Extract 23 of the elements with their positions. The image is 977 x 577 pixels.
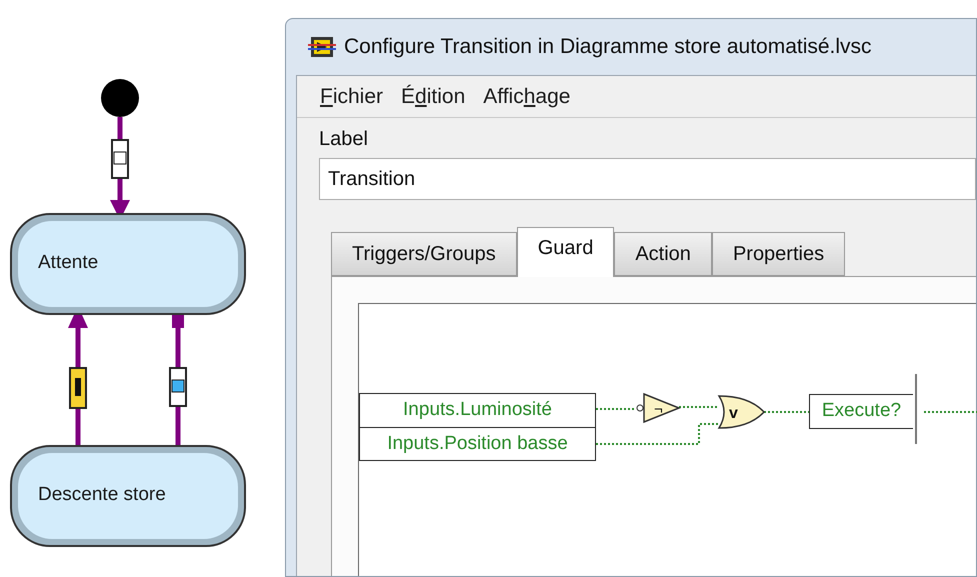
- window-title: Configure Transition in Diagramme store automatisé.lvsc: [344, 34, 872, 60]
- app-icon: [308, 35, 336, 59]
- initial-state-dot: [101, 79, 139, 117]
- state-name: Attente: [38, 252, 98, 273]
- tab[interactable]: Triggers/Groups: [331, 232, 517, 276]
- menu-item[interactable]: Édition: [392, 80, 474, 112]
- field-label: Label: [319, 127, 369, 152]
- label-input-field[interactable]: Transition: [319, 158, 976, 200]
- tab[interactable]: Action: [614, 232, 712, 276]
- or-gate-icon: v: [718, 395, 765, 429]
- transition-marker-icon: [111, 139, 129, 179]
- transition-marker-icon: [69, 367, 87, 409]
- transition-marker-icon: [169, 367, 187, 407]
- input-terminal[interactable]: Inputs.Luminosité: [360, 394, 595, 427]
- menu-item[interactable]: Fichier: [311, 80, 392, 112]
- state-node[interactable]: Descente store: [10, 445, 246, 547]
- state-node[interactable]: Attente: [10, 213, 246, 315]
- state-name: Descente store: [38, 484, 166, 505]
- tab[interactable]: Properties: [712, 232, 846, 276]
- input-terminal[interactable]: Inputs.Position basse: [360, 427, 595, 460]
- menu-item[interactable]: Affichage: [474, 80, 580, 112]
- output-terminal[interactable]: Execute?: [809, 394, 913, 429]
- tab[interactable]: Guard: [516, 227, 614, 277]
